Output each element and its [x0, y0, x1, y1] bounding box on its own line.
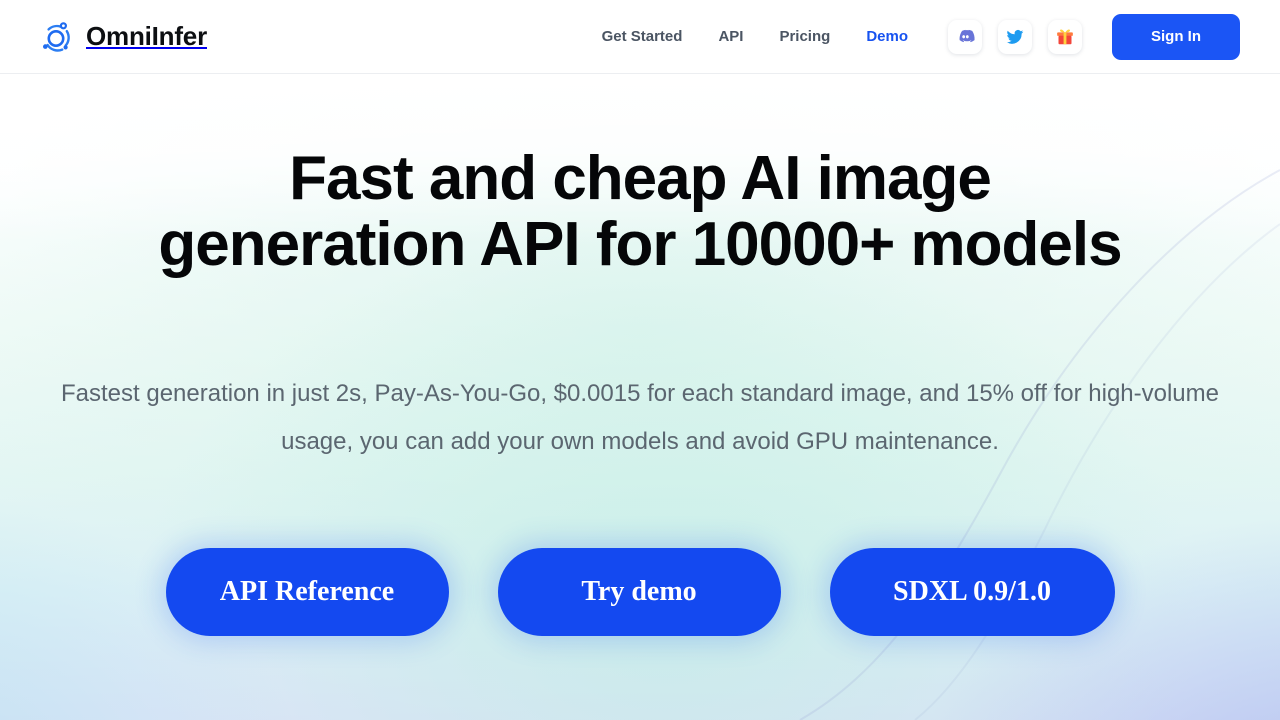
twitter-button[interactable]	[998, 19, 1032, 54]
twitter-icon	[1006, 29, 1024, 44]
hero-subheadline: Fastest generation in just 2s, Pay-As-Yo…	[60, 380, 1219, 455]
hero-section: Fast and cheap AI image generation API f…	[0, 74, 1280, 720]
nav-links: Get Started API Pricing Demo	[602, 28, 908, 45]
sign-in-button[interactable]: Sign In	[1112, 13, 1240, 60]
discord-icon	[959, 29, 975, 43]
social-links	[948, 19, 1082, 54]
brand-name: OmniInfer	[86, 21, 207, 51]
headline-line-1: Fast and cheap AI image	[289, 144, 992, 213]
omniinfer-network-logo-icon	[43, 21, 70, 52]
nav-link-get-started[interactable]: Get Started	[602, 28, 683, 45]
nav-link-demo[interactable]: Demo	[866, 28, 908, 45]
gift-icon	[1057, 28, 1073, 44]
headline-line-2: generation API for 10000+ models	[158, 210, 1122, 279]
nav-link-api[interactable]: API	[718, 28, 743, 45]
main-navigation: Get Started API Pricing Demo Sign In	[602, 13, 1280, 60]
cta-sdxl[interactable]: SDXL 0.9/1.0	[829, 548, 1115, 636]
discord-button[interactable]	[948, 19, 982, 54]
page-title: Fast and cheap AI image generation API f…	[0, 146, 1280, 278]
site-header: OmniInfer Get Started API Pricing Demo S…	[0, 0, 1280, 74]
cta-api-reference[interactable]: API Reference	[165, 548, 449, 636]
landing-page: OmniInfer Get Started API Pricing Demo S…	[0, 0, 1280, 720]
gift-button[interactable]	[1048, 19, 1082, 54]
cta-button-row: API Reference Try demo SDXL 0.9/1.0	[0, 548, 1280, 636]
cta-try-demo[interactable]: Try demo	[497, 548, 781, 636]
brand-logo-link[interactable]: OmniInfer	[36, 17, 207, 57]
nav-link-pricing[interactable]: Pricing	[779, 28, 830, 45]
